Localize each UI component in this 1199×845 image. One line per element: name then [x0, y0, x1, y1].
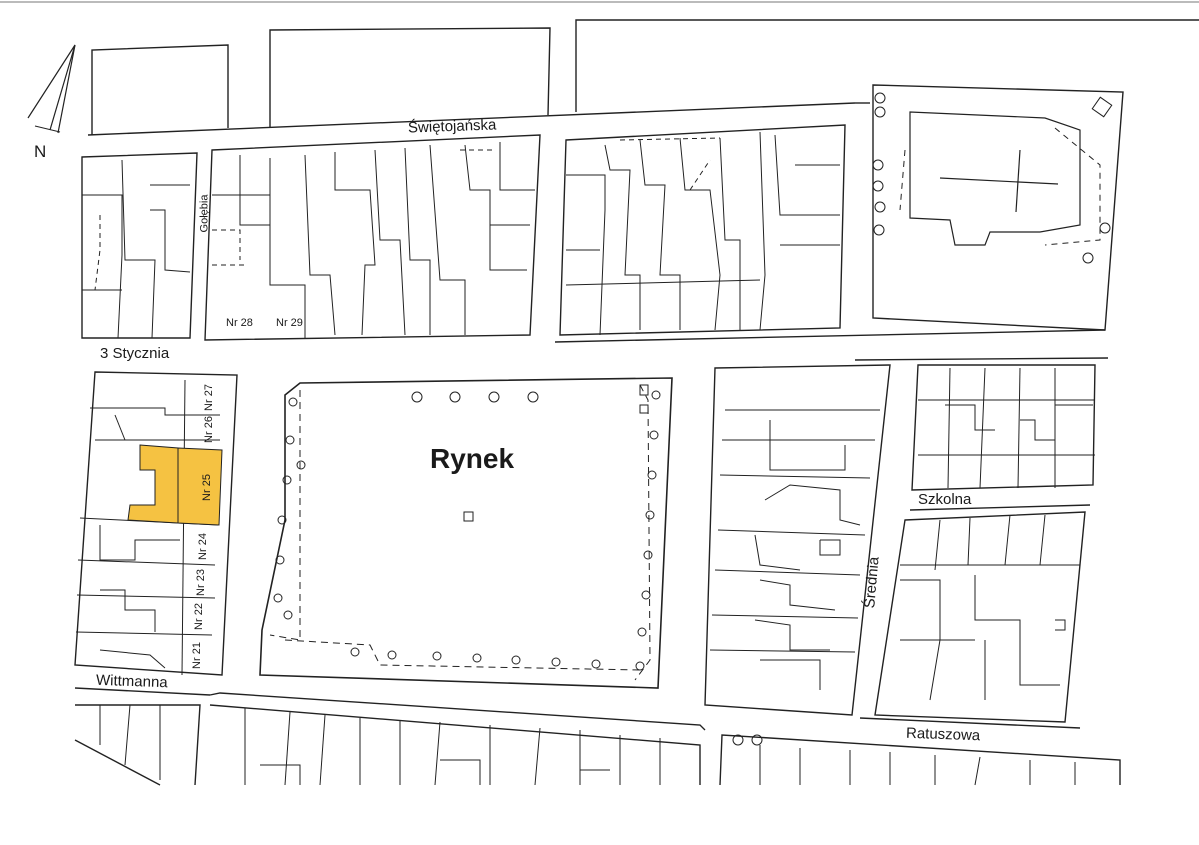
church-building: [909, 111, 1081, 246]
parcel-label-nr26: Nr 26: [202, 416, 215, 443]
city-block: [559, 124, 846, 336]
street-label-srednia: Średnia: [861, 556, 883, 609]
parcel-label-nr22: Nr 22: [192, 603, 205, 630]
street-label-3-stycznia: 3 Stycznia: [100, 345, 170, 362]
map-drawing: [0, 1, 1199, 786]
street-label-ratuszowa: Ratuszowa: [905, 724, 981, 745]
street-edge: [91, 44, 229, 135]
street-edge: [575, 19, 1199, 112]
rynek-square: [259, 377, 673, 689]
north-arrow: [27, 44, 76, 134]
street-label-swietojanska: Świętojańska: [407, 116, 497, 137]
street-label-wittmanna: Wittmanna: [95, 671, 168, 692]
street-label-golebia: Gołębia: [198, 194, 211, 233]
parcel-label-nr23: Nr 23: [194, 569, 207, 596]
parcel-label-nr29: Nr 29: [276, 317, 303, 329]
square-label-rynek: Rynek: [430, 443, 515, 474]
city-block: [874, 511, 1086, 723]
highlighted-parcel: [127, 444, 179, 524]
street-label-szkolna: Szkolna: [918, 491, 972, 508]
parcel-label-nr28: Nr 28: [226, 317, 253, 329]
parcel-label-nr27: Nr 27: [202, 384, 215, 411]
city-block: [704, 364, 891, 716]
north-label: N: [34, 142, 47, 161]
parcel-label-nr21: Nr 21: [190, 642, 203, 669]
map: N Świętojańska 3 Stycznia Gołębia Wittma…: [0, 0, 1199, 845]
parcel-label-nr25: Nr 25: [200, 474, 213, 501]
city-block: [81, 152, 198, 339]
street-edge: [269, 27, 551, 128]
city-block: [911, 364, 1096, 491]
parcel-label-nr24: Nr 24: [196, 533, 209, 560]
